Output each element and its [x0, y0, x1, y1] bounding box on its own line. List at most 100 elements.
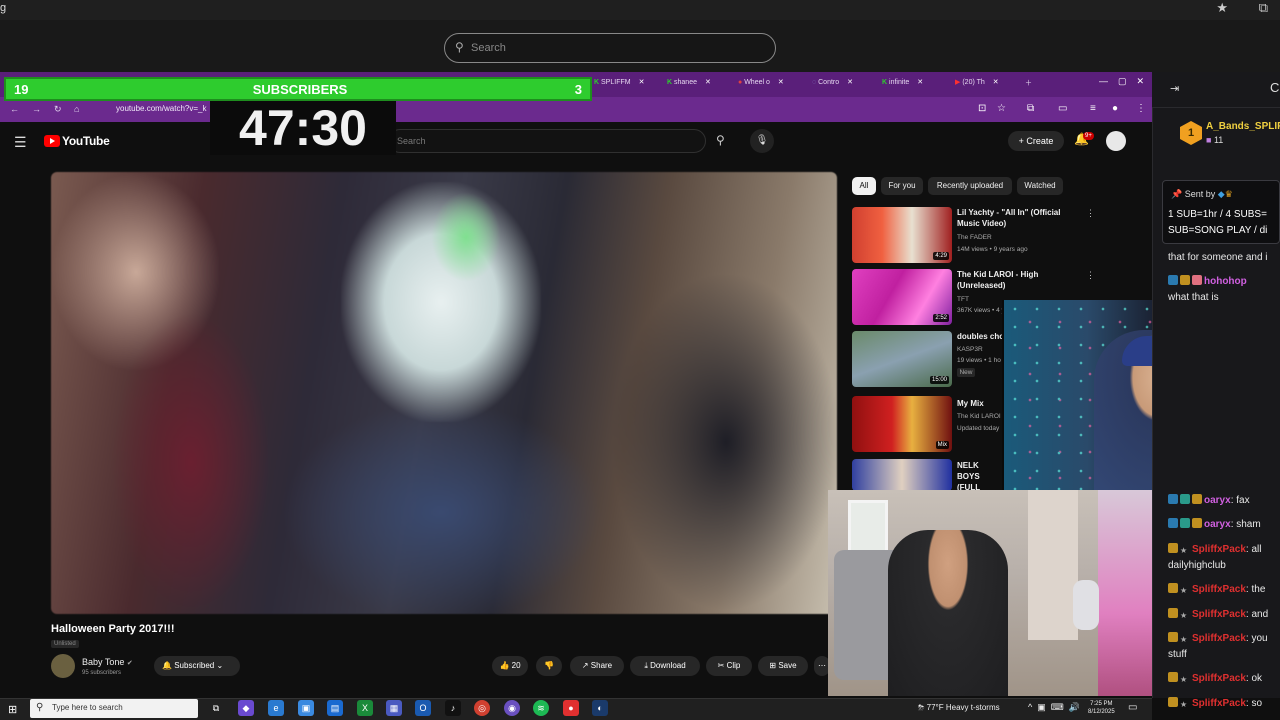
menu-icon[interactable]: ☰ [14, 134, 27, 151]
thumbs-down-icon: 👎 [544, 661, 554, 670]
youtube-search-input[interactable]: Search [388, 129, 706, 153]
stream-chat [1152, 72, 1280, 698]
tiktok-icon[interactable]: ♪ [445, 700, 461, 716]
like-button[interactable]: 👍 20 [492, 656, 528, 676]
unlisted-badge: Unlisted [51, 640, 79, 648]
youtube-logo-text[interactable]: YouTube [62, 134, 110, 148]
chat-message: what that is [1168, 292, 1219, 303]
back-icon[interactable]: ← [10, 104, 19, 114]
system-tray[interactable]: ^ ▣ ⌨ 🔊 [1028, 702, 1080, 713]
steam-icon[interactable]: ◐ [592, 700, 608, 716]
badge-icon: ◆ [1217, 189, 1225, 199]
new-badge: New [957, 368, 975, 377]
rec-title[interactable]: Lil Yachty - "All In" (Official Music Vi… [957, 207, 1077, 229]
chip-for-you[interactable]: For you [881, 177, 923, 195]
rec-thumbnail[interactable]: 15:00 [852, 331, 952, 387]
chat-message: dailyhighclub [1168, 560, 1226, 571]
youtube-search-placeholder: Search [397, 136, 426, 146]
channel-avatar[interactable] [51, 654, 75, 678]
edge-icon[interactable]: e [268, 700, 284, 716]
outlook-icon[interactable]: O [415, 700, 431, 716]
sidebar-icon[interactable]: ▭ [1058, 103, 1067, 114]
window-controls[interactable]: — ▢ ✕ [1099, 76, 1144, 87]
rec-duration: 15:00 [929, 376, 949, 384]
chat-settings-icon[interactable]: C [1270, 80, 1279, 95]
webcam-person [888, 530, 1008, 696]
video-player[interactable] [51, 172, 837, 614]
download-button[interactable]: ⤓ Download [630, 656, 700, 676]
inner-url-field[interactable]: youtube.com/watch?v=_k [96, 101, 216, 117]
windows-start-icon[interactable]: ⊞ [8, 703, 17, 716]
share-icon: ↗ [581, 661, 589, 670]
star-icon[interactable]: ★ [1216, 0, 1228, 16]
reload-icon[interactable]: ↻ [54, 104, 62, 115]
extensions-icon[interactable]: ⧉ [1259, 0, 1268, 16]
inner-tab[interactable]: ● Wheel o ✕ [738, 78, 784, 92]
extension-icon[interactable]: ⧉ [1027, 103, 1034, 114]
rec-channel: The FADER [957, 234, 992, 241]
obs-icon[interactable]: ● [563, 700, 579, 716]
bookmark-star-icon[interactable]: ☆ [997, 103, 1006, 114]
app-icon-2[interactable]: ◉ [504, 700, 520, 716]
rec-thumbnail[interactable]: 2:52 [852, 269, 952, 325]
excel-icon[interactable]: X [357, 700, 373, 716]
install-icon[interactable]: ⊡ [978, 103, 986, 114]
share-button[interactable]: ↗ Share [570, 656, 624, 676]
profile-icon[interactable]: ● [1112, 103, 1118, 114]
home-icon[interactable]: ⌂ [74, 104, 79, 114]
new-tab-icon[interactable]: ＋ [1025, 78, 1032, 92]
pinned-text-line-2: SUB=SONG PLAY / di [1168, 225, 1268, 236]
play-icon [50, 138, 55, 144]
chevron-down-icon: ⌄ [216, 661, 224, 670]
dislike-button[interactable]: 👎 [536, 656, 562, 676]
subscribed-button[interactable]: 🔔 Subscribed ⌄ [154, 656, 240, 676]
subathon-timer: 47:30 [210, 101, 396, 155]
channel-subscriber-count: 95 subscribers [82, 670, 122, 676]
taskbar-weather[interactable]: ⛈ 77°F Heavy t-storms [918, 703, 1000, 713]
save-button[interactable]: ⊞ Save [758, 656, 808, 676]
microphone-icon[interactable]: 🎙 [750, 129, 774, 153]
inner-tab[interactable]: K SPLIFFM ✕ [594, 78, 644, 92]
app-icon[interactable]: ▦ [386, 700, 402, 716]
rec-thumbnail[interactable]: 4:29 [852, 207, 952, 263]
account-avatar[interactable] [1106, 131, 1126, 151]
notification-icon[interactable]: ▭ [1128, 702, 1137, 713]
top-gifter-name[interactable]: A_Bands_SPLIF [1206, 121, 1280, 132]
pinned-sent-by: 📌 Sent by ◆♛ [1171, 189, 1233, 199]
inner-tab[interactable]: ◌ Contro ✕ [812, 78, 853, 92]
taskbar-search-input[interactable]: ⚲ Type here to search [30, 699, 198, 718]
spotify-icon[interactable]: ≋ [533, 700, 549, 716]
rec-thumbnail[interactable]: Mix [852, 396, 952, 452]
more-vert-icon[interactable]: ⋮ [1086, 270, 1095, 281]
create-button[interactable]: + Create [1008, 131, 1064, 151]
more-menu-icon[interactable]: ⋮ [1136, 103, 1146, 114]
copilot-icon[interactable]: ◆ [238, 700, 254, 716]
chip-all[interactable]: All [852, 177, 876, 195]
task-view-icon[interactable]: ⧉ [208, 700, 224, 716]
inner-tab[interactable]: K shanee ✕ [667, 78, 711, 92]
media-icon[interactable]: ≡ [1090, 103, 1096, 114]
rec-title[interactable]: The Kid LAROI - High (Unreleased) [957, 269, 1077, 291]
more-vert-icon[interactable]: ⋮ [1086, 208, 1095, 219]
youtube-search-button[interactable]: ⚲ [706, 129, 740, 153]
channel-name[interactable]: Baby Tone ✔ [82, 657, 133, 667]
rec-thumbnail[interactable] [852, 459, 952, 491]
photos-icon[interactable]: ▣ [298, 700, 314, 716]
inner-tab[interactable]: K infinite ✕ [882, 78, 923, 92]
webcam-streamer-1 [828, 490, 1152, 696]
collapse-chat-icon[interactable]: ⇥ [1170, 82, 1179, 95]
taskbar-search-placeholder: Type here to search [52, 703, 123, 712]
chat-message: ★ SpliffxPack: the [1168, 583, 1265, 596]
clip-button[interactable]: ✂ Clip [706, 656, 752, 676]
chrome-icon[interactable]: ◎ [474, 700, 490, 716]
chip-recently-uploaded[interactable]: Recently uploaded [928, 177, 1012, 195]
chat-header: ⇥ C [1152, 72, 1280, 108]
webcam-door [1028, 490, 1078, 640]
video-frame [111, 312, 271, 612]
store-icon[interactable]: ▤ [327, 700, 343, 716]
inner-tab-active[interactable]: ▶ (20) Th ✕ [955, 78, 999, 92]
chip-watched[interactable]: Watched [1017, 177, 1063, 195]
outer-search-input[interactable]: ⚲ Search [444, 33, 776, 63]
taskbar-clock[interactable]: 7:25 PM 8/12/2025 [1088, 700, 1115, 716]
forward-icon[interactable]: → [32, 104, 41, 114]
